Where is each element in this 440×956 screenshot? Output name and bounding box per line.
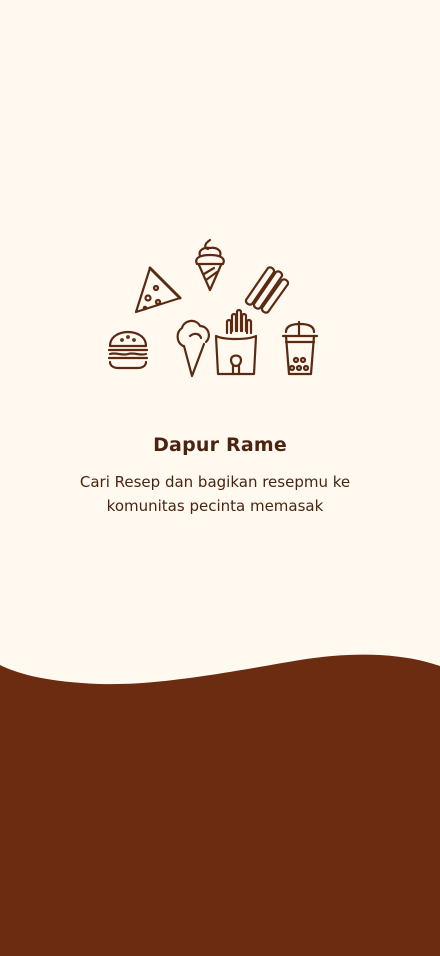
soft-serve-cone-icon — [195, 238, 225, 292]
burger-icon — [107, 330, 149, 370]
french-fries-icon — [214, 308, 258, 376]
bottom-wave-background — [0, 640, 440, 956]
app-title: Dapur Rame — [153, 434, 287, 456]
ice-cream-scoop-icon — [176, 319, 210, 378]
churros-icon — [244, 266, 290, 314]
splash-screen: Dapur Rame Cari Resep dan bagikan resepm… — [0, 0, 440, 956]
food-illustration — [100, 232, 330, 388]
bubble-tea-icon — [281, 320, 319, 376]
app-tagline: Cari Resep dan bagikan resepmu ke komuni… — [79, 473, 351, 515]
pizza-slice-icon — [134, 266, 182, 314]
